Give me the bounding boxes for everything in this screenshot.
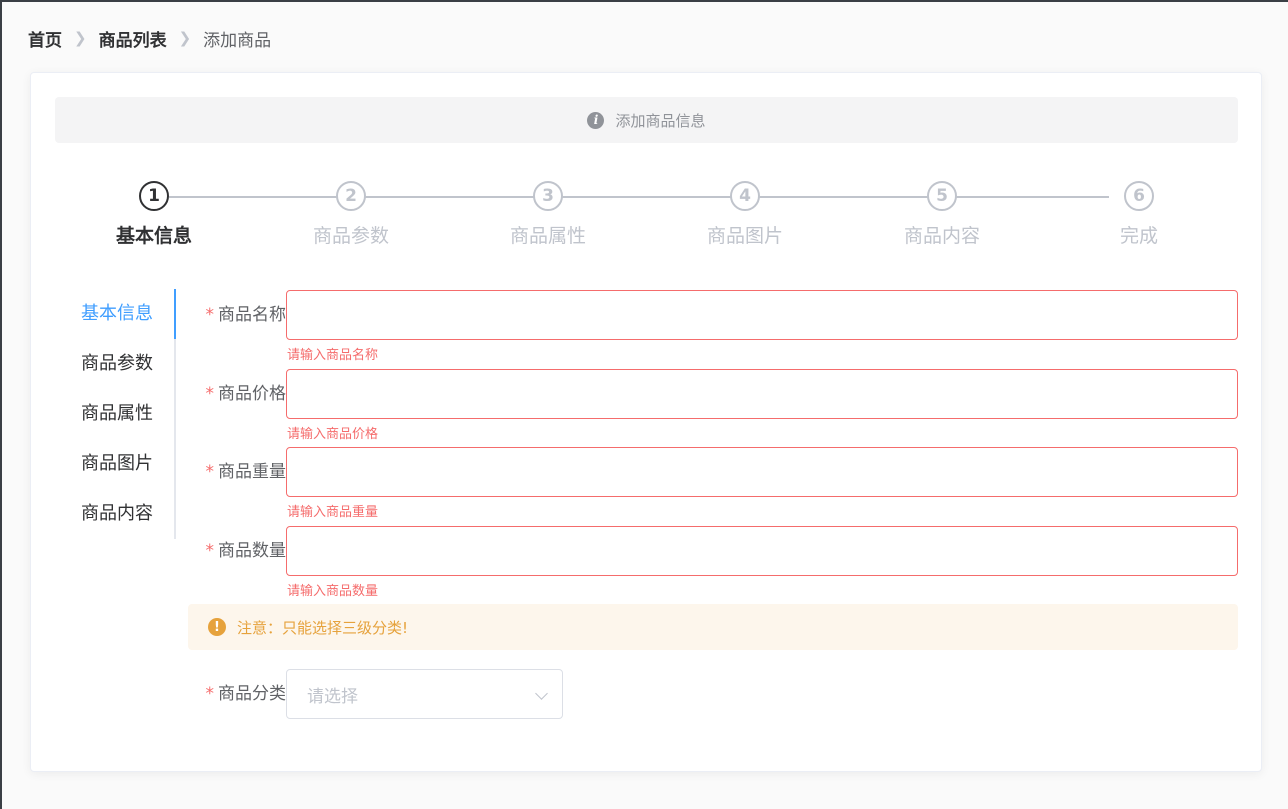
field-label-text: 商品数量	[218, 541, 286, 561]
step-title: 完成	[1119, 225, 1158, 247]
info-alert: i 添加商品信息	[55, 97, 1238, 143]
form-item-number: * 商品数量 请输入商品数量	[186, 526, 1246, 606]
form-item-price: * 商品价格 请输入商品价格	[186, 369, 1246, 449]
field-label: * 商品重量	[186, 447, 287, 497]
step-4: 4 商品图片	[685, 181, 805, 248]
error-message: 请输入商品数量	[287, 584, 379, 599]
required-star: *	[205, 684, 215, 704]
field-label: * 商品价格	[186, 369, 287, 419]
chevron-down-icon	[535, 687, 548, 700]
info-icon: i	[587, 111, 605, 129]
step-number: 6	[1124, 181, 1154, 211]
breadcrumb-goods-list[interactable]: 商品列表	[99, 26, 167, 51]
breadcrumb-current: 添加商品	[203, 30, 272, 51]
step-title: 商品参数	[312, 225, 389, 247]
category-select[interactable]: 请选择	[286, 669, 563, 719]
field-label-text: 商品名称	[218, 305, 286, 325]
required-star: *	[205, 384, 215, 404]
step-2: 2 商品参数	[291, 181, 411, 248]
form-item-name: * 商品名称 请输入商品名称	[186, 290, 1246, 370]
form-item-weight: * 商品重量 请输入商品重量	[186, 447, 1246, 527]
goods-price-input[interactable]	[286, 369, 1238, 419]
field-label-text: 商品价格	[218, 384, 286, 404]
step-number: 5	[927, 181, 957, 211]
warning-icon: !	[208, 618, 226, 636]
step-title: 基本信息	[115, 225, 192, 247]
step-6: 6 完成	[1079, 181, 1199, 248]
step-title: 商品内容	[903, 225, 980, 247]
required-star: *	[205, 305, 215, 325]
info-alert-text: 添加商品信息	[615, 111, 706, 130]
error-message: 请输入商品价格	[287, 427, 379, 442]
step-title: 商品图片	[706, 225, 783, 247]
goods-name-input[interactable]	[286, 290, 1238, 340]
tab-goods-params[interactable]: 商品参数	[71, 339, 174, 389]
chevron-right-icon: ❯	[74, 29, 87, 47]
field-label: * 商品分类	[186, 669, 287, 719]
step-3: 3 商品属性	[488, 181, 608, 248]
step-title: 商品属性	[509, 225, 586, 247]
warning-alert: ! 注意：只能选择三级分类!	[188, 604, 1238, 650]
step-1: 1 基本信息	[94, 181, 214, 248]
step-number: 2	[336, 181, 366, 211]
warning-text: 注意：只能选择三级分类!	[237, 618, 409, 637]
steps-bar: 1 基本信息 2 商品参数 3 商品属性 4 商品图片 5 商品内容 6 完成	[31, 181, 1263, 261]
goods-weight-input[interactable]	[286, 447, 1238, 497]
required-star: *	[205, 462, 215, 482]
app-window: 首页 ❯ 商品列表 ❯ 添加商品 i 添加商品信息 1 基本信息 2 商品参数 …	[0, 0, 1288, 809]
step-5: 5 商品内容	[882, 181, 1002, 248]
field-label-text: 商品重量	[218, 462, 286, 482]
vertical-tabs: 基本信息 商品参数 商品属性 商品图片 商品内容	[71, 289, 176, 539]
field-label: * 商品名称	[186, 290, 287, 340]
field-label-text: 商品分类	[218, 684, 286, 704]
breadcrumb-home[interactable]: 首页	[28, 26, 62, 51]
form-item-category: * 商品分类 请选择	[186, 669, 1246, 749]
main-card: i 添加商品信息 1 基本信息 2 商品参数 3 商品属性 4 商品图片 5 商…	[30, 72, 1262, 772]
error-message: 请输入商品重量	[287, 505, 379, 520]
tab-basic-info[interactable]: 基本信息	[71, 289, 176, 339]
goods-number-input[interactable]	[286, 526, 1238, 576]
tab-goods-content[interactable]: 商品内容	[71, 489, 174, 539]
step-number: 1	[139, 181, 169, 211]
breadcrumb: 首页 ❯ 商品列表 ❯ 添加商品	[28, 26, 272, 51]
tab-goods-images[interactable]: 商品图片	[71, 439, 174, 489]
error-message: 请输入商品名称	[287, 348, 379, 363]
step-number: 4	[730, 181, 760, 211]
field-label: * 商品数量	[186, 526, 287, 576]
tab-goods-attrs[interactable]: 商品属性	[71, 389, 174, 439]
step-number: 3	[533, 181, 563, 211]
chevron-right-icon: ❯	[178, 29, 192, 47]
select-placeholder: 请选择	[307, 686, 358, 707]
required-star: *	[205, 541, 215, 561]
